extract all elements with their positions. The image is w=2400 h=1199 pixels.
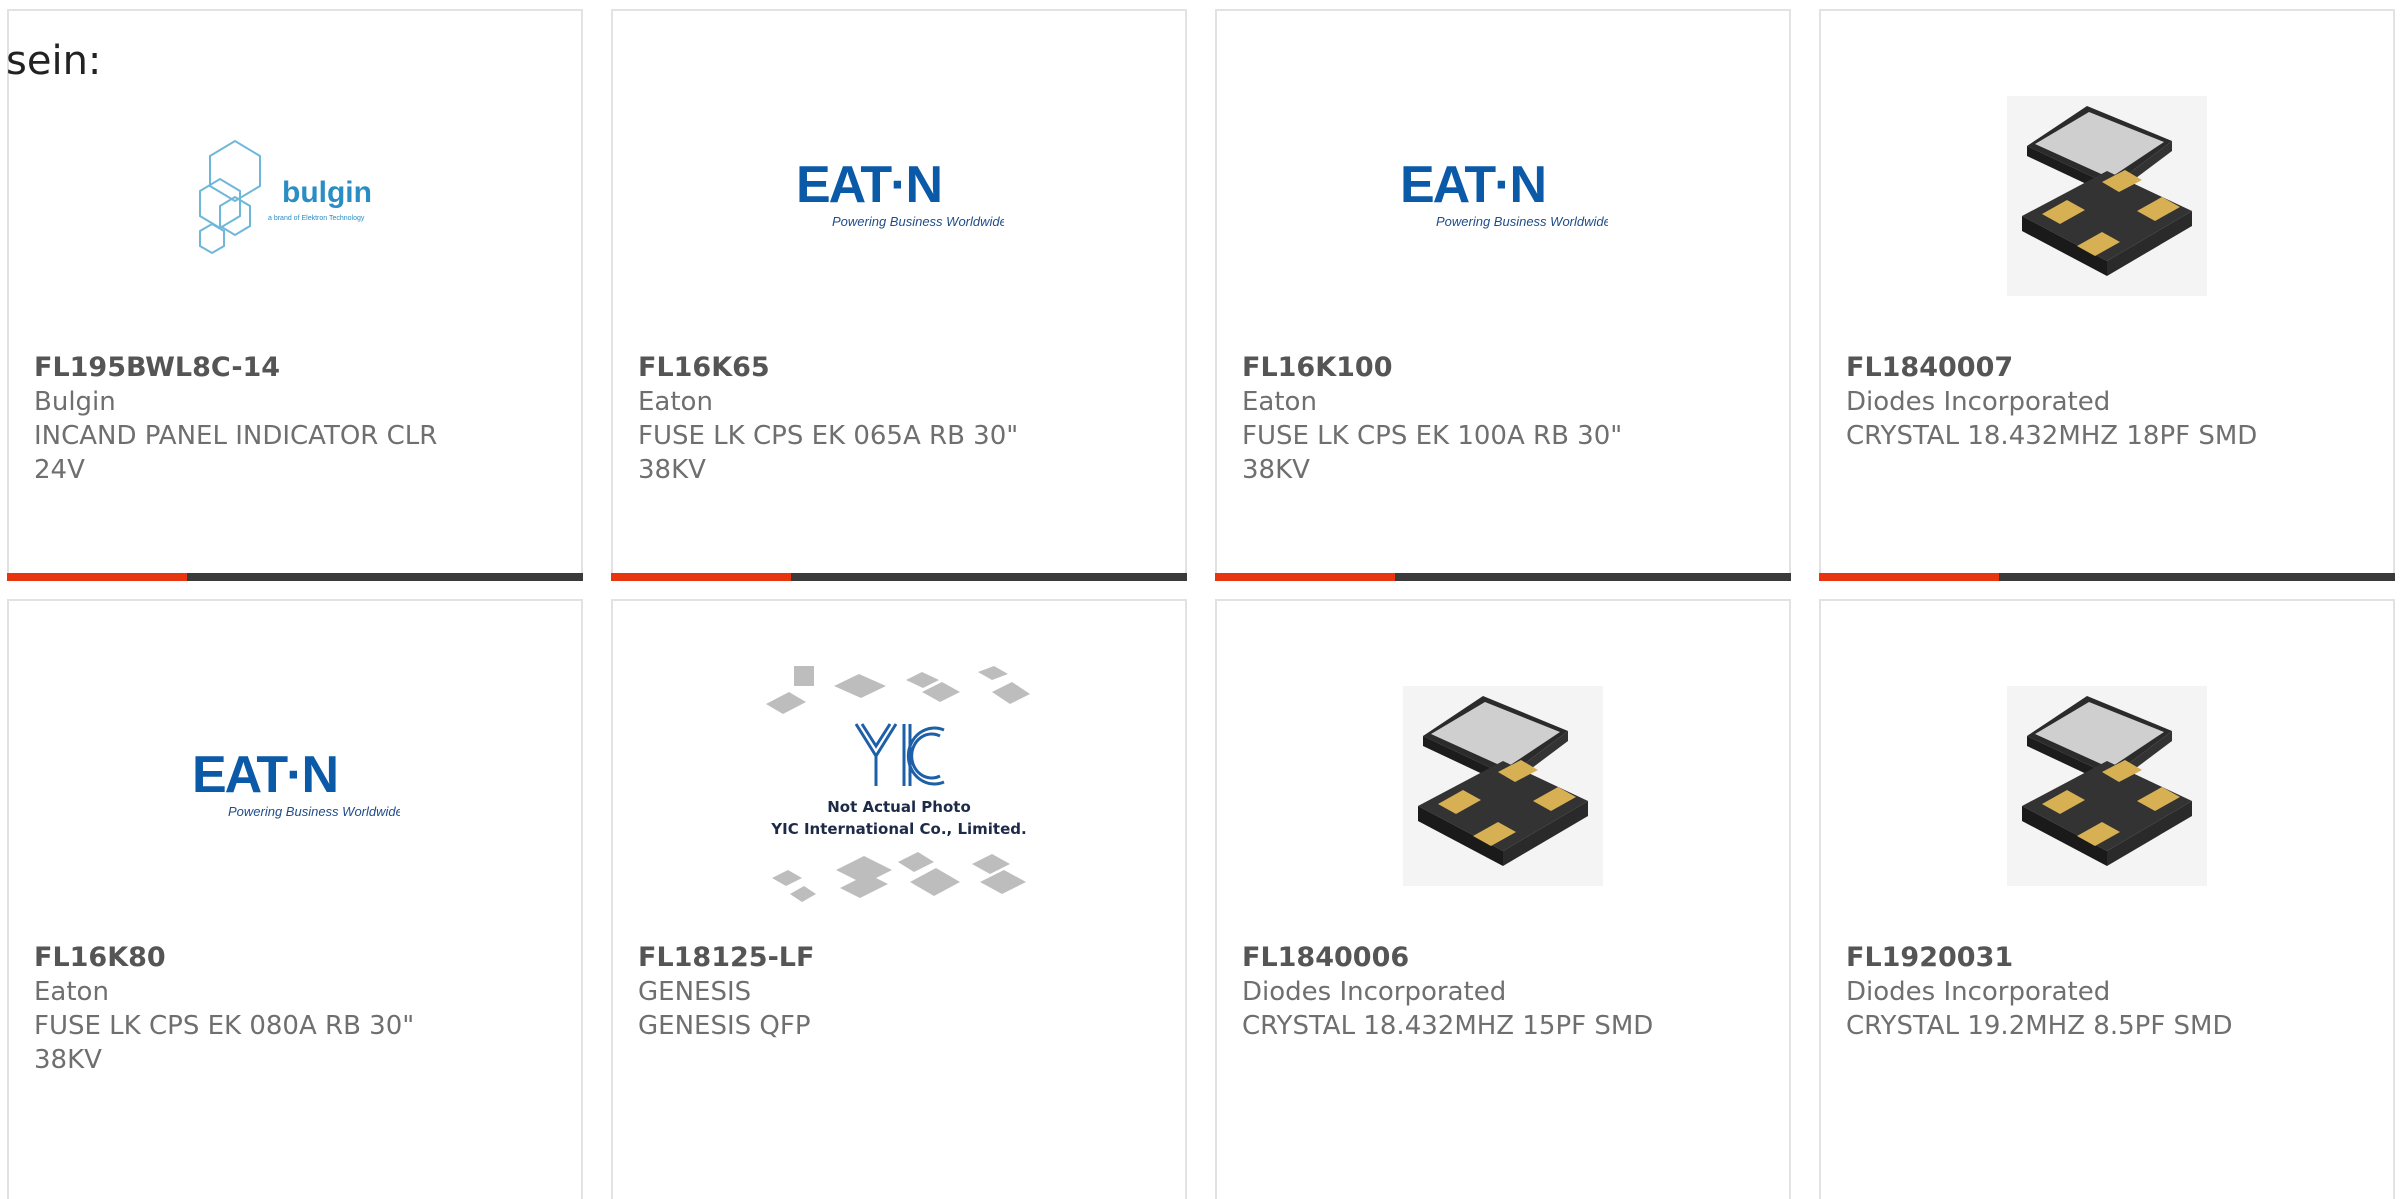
card-bottom-bar bbox=[1215, 573, 1791, 581]
card-accent-bar bbox=[7, 573, 187, 581]
description: FUSE LK CPS EK 080A RB 30" 38KV bbox=[34, 1011, 415, 1075]
product-image[interactable]: EAT·N Powering Business Worldwide bbox=[9, 661, 581, 911]
product-info: FL1840006 Diodes Incorporated CRYSTAL 18… bbox=[1242, 941, 1764, 1043]
manufacturer: Diodes Incorporated bbox=[1846, 387, 2111, 417]
svg-text:Not Actual Photo: Not Actual Photo bbox=[827, 798, 971, 816]
part-number[interactable]: FL16K100 bbox=[1242, 351, 1764, 385]
part-number[interactable]: FL16K65 bbox=[638, 351, 1160, 385]
card-bottom-bar bbox=[7, 573, 583, 581]
part-number[interactable]: FL195BWL8C-14 bbox=[34, 351, 556, 385]
part-number[interactable]: FL1840007 bbox=[1846, 351, 2368, 385]
svg-text:EAT·N: EAT·N bbox=[192, 746, 337, 804]
description: CRYSTAL 18.432MHZ 15PF SMD bbox=[1242, 1011, 1654, 1041]
bulgin-logo-icon: bulgin a brand of Elektron Technology bbox=[199, 139, 372, 255]
part-number[interactable]: FL18125-LF bbox=[638, 941, 1160, 975]
description: FUSE LK CPS EK 065A RB 30" 38KV bbox=[638, 421, 1019, 485]
card-bottom-bar bbox=[611, 573, 1187, 581]
eaton-logo-icon: EAT·N Powering Business Worldwide bbox=[796, 156, 1004, 229]
svg-text:bulgin: bulgin bbox=[282, 176, 372, 209]
svg-text:EAT·N: EAT·N bbox=[1400, 156, 1545, 214]
product-info: FL18125-LF GENESIS GENESIS QFP bbox=[638, 941, 1160, 1043]
page-label: sein: bbox=[6, 38, 102, 84]
product-info: FL16K100 Eaton FUSE LK CPS EK 100A RB 30… bbox=[1242, 351, 1764, 487]
manufacturer: GENESIS bbox=[638, 977, 752, 1007]
svg-text:EAT·N: EAT·N bbox=[796, 156, 941, 214]
description: GENESIS QFP bbox=[638, 1011, 811, 1041]
product-image[interactable]: EAT·N Powering Business Worldwide bbox=[613, 71, 1185, 321]
product-card[interactable]: EAT·N Powering Business Worldwide FL16K6… bbox=[611, 9, 1187, 581]
card-accent-bar bbox=[611, 573, 791, 581]
eaton-logo-icon: EAT·N Powering Business Worldwide bbox=[1400, 156, 1608, 229]
description: FUSE LK CPS EK 100A RB 30" 38KV bbox=[1242, 421, 1623, 485]
product-card[interactable]: EAT·N Powering Business Worldwide FL16K1… bbox=[1215, 9, 1791, 581]
card-accent-bar bbox=[1215, 573, 1395, 581]
crystal-photo-icon bbox=[2007, 686, 2207, 886]
crystal-photo-icon bbox=[2007, 96, 2207, 296]
product-info: FL195BWL8C-14 Bulgin INCAND PANEL INDICA… bbox=[34, 351, 556, 487]
manufacturer: Eaton bbox=[1242, 387, 1317, 417]
part-number[interactable]: FL16K80 bbox=[34, 941, 556, 975]
product-card[interactable]: Not Actual Photo YIC International Co., … bbox=[611, 599, 1187, 1199]
crystal-photo-icon bbox=[1403, 686, 1603, 886]
product-info: FL1840007 Diodes Incorporated CRYSTAL 18… bbox=[1846, 351, 2368, 453]
description: INCAND PANEL INDICATOR CLR 24V bbox=[34, 421, 438, 485]
product-info: FL16K65 Eaton FUSE LK CPS EK 065A RB 30"… bbox=[638, 351, 1160, 487]
product-card[interactable]: FL1840006 Diodes Incorporated CRYSTAL 18… bbox=[1215, 599, 1791, 1199]
card-bottom-bar bbox=[1819, 573, 2395, 581]
eaton-logo-icon: EAT·N Powering Business Worldwide bbox=[192, 746, 400, 819]
product-info: FL1920031 Diodes Incorporated CRYSTAL 19… bbox=[1846, 941, 2368, 1043]
description: CRYSTAL 18.432MHZ 18PF SMD bbox=[1846, 421, 2258, 451]
product-image[interactable]: EAT·N Powering Business Worldwide bbox=[1217, 71, 1789, 321]
product-card[interactable]: FL1840007 Diodes Incorporated CRYSTAL 18… bbox=[1819, 9, 2395, 581]
product-card[interactable]: EAT·N Powering Business Worldwide FL16K8… bbox=[7, 599, 583, 1199]
product-grid: bulgin a brand of Elektron Technology FL… bbox=[7, 9, 2400, 1199]
svg-text:YIC International Co., Limited: YIC International Co., Limited. bbox=[770, 820, 1026, 838]
description: CRYSTAL 19.2MHZ 8.5PF SMD bbox=[1846, 1011, 2233, 1041]
product-info: FL16K80 Eaton FUSE LK CPS EK 080A RB 30"… bbox=[34, 941, 556, 1077]
manufacturer: Eaton bbox=[34, 977, 109, 1007]
manufacturer: Eaton bbox=[638, 387, 713, 417]
svg-text:a brand of Elektron Technology: a brand of Elektron Technology bbox=[268, 215, 365, 222]
product-image[interactable]: bulgin a brand of Elektron Technology bbox=[9, 71, 581, 321]
svg-text:Powering Business Worldwide: Powering Business Worldwide bbox=[228, 804, 400, 819]
product-image[interactable] bbox=[1217, 661, 1789, 911]
yic-placeholder-icon: Not Actual Photo YIC International Co., … bbox=[766, 666, 1030, 902]
part-number[interactable]: FL1920031 bbox=[1846, 941, 2368, 975]
svg-text:Powering Business Worldwide: Powering Business Worldwide bbox=[1436, 214, 1608, 229]
part-number[interactable]: FL1840006 bbox=[1242, 941, 1764, 975]
manufacturer: Diodes Incorporated bbox=[1242, 977, 1507, 1007]
manufacturer: Diodes Incorporated bbox=[1846, 977, 2111, 1007]
product-image[interactable] bbox=[1821, 661, 2393, 911]
product-image[interactable]: Not Actual Photo YIC International Co., … bbox=[613, 661, 1185, 911]
product-card[interactable]: bulgin a brand of Elektron Technology FL… bbox=[7, 9, 583, 581]
card-accent-bar bbox=[1819, 573, 1999, 581]
svg-text:Powering Business Worldwide: Powering Business Worldwide bbox=[832, 214, 1004, 229]
product-card[interactable]: FL1920031 Diodes Incorporated CRYSTAL 19… bbox=[1819, 599, 2395, 1199]
product-image[interactable] bbox=[1821, 71, 2393, 321]
manufacturer: Bulgin bbox=[34, 387, 116, 417]
